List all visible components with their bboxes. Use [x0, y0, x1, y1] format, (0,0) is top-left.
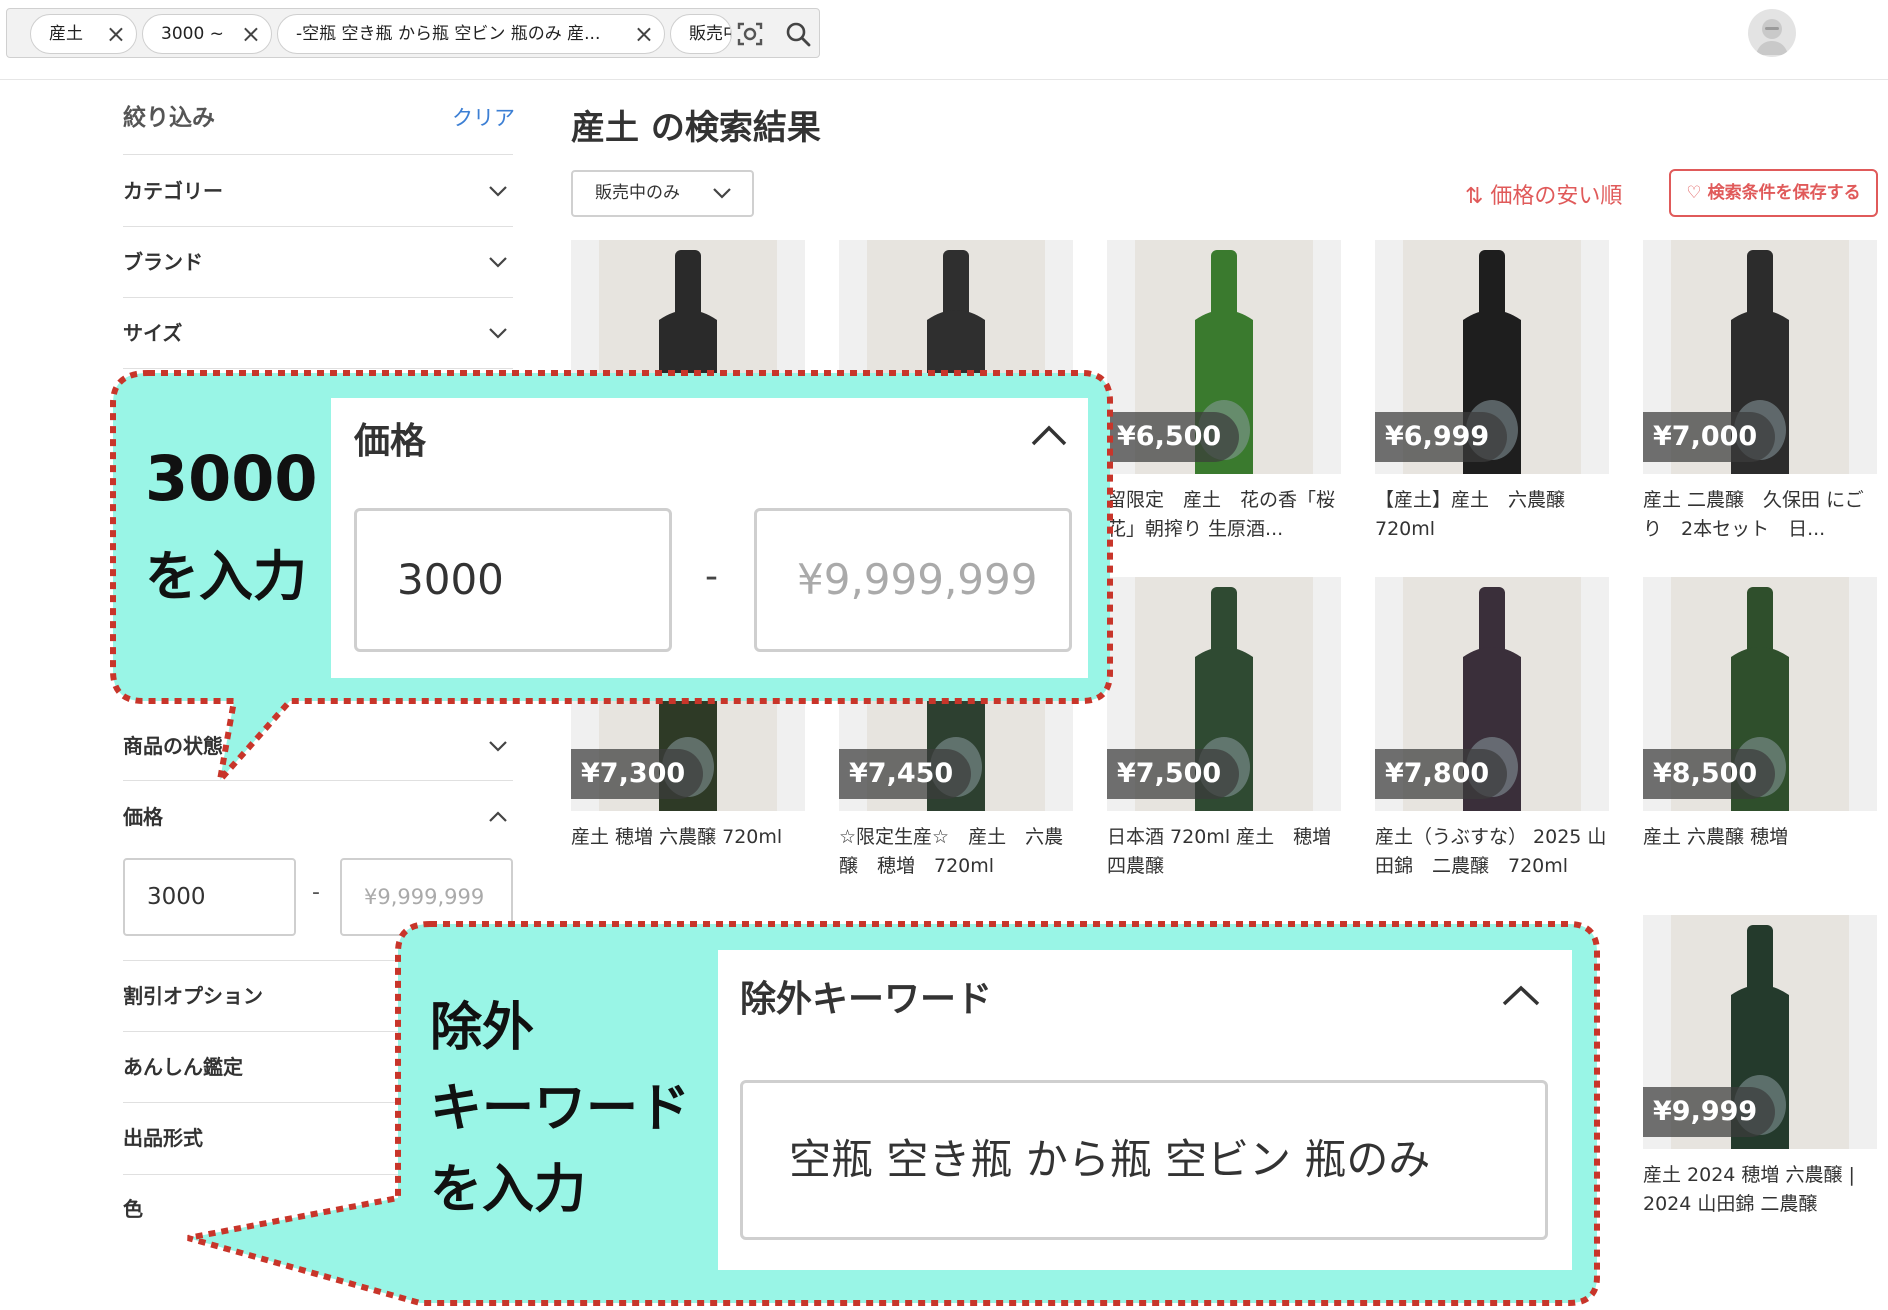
price-zoom-title: 価格 — [354, 421, 427, 462]
filter-label: 価格 — [123, 805, 163, 829]
filter-label: 商品の状態 — [123, 734, 223, 758]
image-search-icon[interactable] — [735, 19, 765, 49]
chevron-down-icon — [489, 741, 507, 752]
filter-label: 出品形式 — [123, 1126, 203, 1150]
product-name[interactable]: 産土 六農醸 穂増 — [1643, 823, 1877, 881]
search-icon[interactable] — [783, 19, 813, 49]
product-image[interactable]: ¥7,000 — [1643, 240, 1877, 474]
filter-label: 割引オプション — [123, 984, 263, 1008]
product-name[interactable]: 産土 2024 穂増 六農醸 | 2024 山田錦 二農醸 — [1643, 1161, 1877, 1219]
callout-text: キーワード — [430, 1079, 691, 1139]
price-badge: ¥7,300 — [571, 749, 704, 799]
chevron-up-icon — [1031, 425, 1067, 446]
search-chip-exclude[interactable]: -空瓶 空き瓶 から瓶 空ビン 瓶のみ 産... × — [277, 14, 665, 54]
chip-label: -空瓶 空き瓶 から瓶 空ビン 瓶のみ 産... — [296, 24, 601, 44]
divider — [123, 226, 513, 227]
exclude-zoom-title: 除外キーワード — [740, 979, 993, 1020]
close-icon[interactable]: × — [241, 15, 261, 53]
product-image[interactable]: ¥7,500 — [1107, 577, 1341, 811]
product-name[interactable]: ☆限定生産☆ 産土 六農醸 穂増 720ml — [839, 823, 1073, 881]
product-card[interactable]: ¥7,500 日本酒 720ml 産土 穂増 四農醸 — [1107, 577, 1341, 881]
chip-label: 3000 ~ — [161, 24, 224, 44]
search-bar[interactable]: 産土 × 3000 ~ × -空瓶 空き瓶 から瓶 空ビン 瓶のみ 産... ×… — [6, 8, 820, 58]
save-search-button[interactable]: ♡ 検索条件を保存する — [1669, 169, 1878, 217]
filter-title: 絞り込み — [123, 105, 215, 131]
chip-label: 販売中 — [689, 24, 731, 44]
product-name[interactable]: 産土（うぶすな） 2025 山田錦 二農醸 720ml — [1375, 823, 1609, 881]
filter-label: ブランド — [123, 250, 203, 274]
chevron-down-icon — [489, 186, 507, 197]
product-image[interactable]: ¥7,800 — [1375, 577, 1609, 811]
chevron-down-icon — [489, 257, 507, 268]
product-image[interactable]: ¥9,999 — [1643, 915, 1877, 1149]
divider — [123, 297, 513, 298]
filter-label: カテゴリー — [123, 179, 223, 203]
product-card[interactable]: ¥7,000 産土 二農醸 久保田 にごり 2本セット 日... — [1643, 240, 1877, 544]
chevron-up-icon — [489, 811, 507, 822]
product-image[interactable]: ¥8,500 — [1643, 577, 1877, 811]
price-zoom-dash: - — [705, 556, 718, 597]
search-chip-status[interactable]: 販売中 — [670, 14, 732, 54]
callout-text: 除外 — [430, 998, 535, 1058]
price-min-input[interactable]: 3000 — [123, 858, 296, 936]
search-chip-price[interactable]: 3000 ~ × — [142, 14, 272, 54]
divider — [123, 780, 513, 781]
callout-text: 3000 — [145, 442, 318, 515]
chevron-up-icon — [1502, 985, 1540, 1006]
filter-label: あんしん鑑定 — [123, 1055, 243, 1079]
product-name[interactable]: 留限定 産土 花の香「桜花」朝搾り 生原酒... — [1107, 486, 1341, 544]
divider — [123, 368, 513, 369]
filter-condition[interactable]: 商品の状態 — [123, 726, 513, 766]
callout-text: を入力 — [145, 545, 307, 608]
avatar-icon[interactable] — [1748, 9, 1796, 57]
filter-brand[interactable]: ブランド — [123, 242, 513, 282]
product-name[interactable]: 産土 二農醸 久保田 にごり 2本セット 日... — [1643, 486, 1877, 544]
filter-size[interactable]: サイズ — [123, 313, 513, 353]
status-dropdown-label: 販売中のみ — [595, 183, 680, 203]
exclude-zoom-panel: 除外キーワード 空瓶 空き瓶 から瓶 空ビン 瓶のみ — [718, 950, 1572, 1270]
product-name[interactable]: 【産土】産土 六農醸 720ml — [1375, 486, 1609, 544]
price-badge: ¥9,999 — [1643, 1087, 1776, 1137]
chip-label: 産土 — [49, 24, 83, 44]
price-dash: - — [312, 880, 320, 905]
price-badge: ¥6,500 — [1107, 412, 1240, 462]
product-image[interactable]: ¥6,500 — [1107, 240, 1341, 474]
filter-category[interactable]: カテゴリー — [123, 171, 513, 211]
product-image[interactable]: ¥6,999 — [1375, 240, 1609, 474]
product-card[interactable]: ¥6,999 【産土】産土 六農醸 720ml — [1375, 240, 1609, 544]
close-icon[interactable]: × — [634, 15, 654, 53]
price-badge: ¥7,800 — [1375, 749, 1508, 799]
divider — [123, 154, 513, 155]
close-icon[interactable]: × — [106, 15, 126, 53]
product-card[interactable]: ¥8,500 産土 六農醸 穂増 — [1643, 577, 1877, 881]
status-dropdown[interactable]: 販売中のみ — [571, 170, 754, 217]
price-badge: ¥7,450 — [839, 749, 972, 799]
price-min-zoom-input: 3000 — [354, 508, 672, 652]
price-zoom-panel: 価格 3000 - ¥9,999,999 — [331, 398, 1088, 678]
price-max-zoom-input: ¥9,999,999 — [754, 508, 1072, 652]
sort-button[interactable]: ⇅ 価格の安い順 — [1465, 178, 1622, 210]
product-card[interactable]: ¥6,500 留限定 産土 花の香「桜花」朝搾り 生原酒... — [1107, 240, 1341, 544]
filter-price[interactable]: 価格 — [123, 797, 513, 837]
results-title: 産土 の検索結果 — [571, 108, 821, 148]
product-name[interactable]: 日本酒 720ml 産土 穂増 四農醸 — [1107, 823, 1341, 881]
chevron-down-icon — [713, 188, 731, 199]
product-name[interactable]: 産土 穂増 六農醸 720ml — [571, 823, 805, 881]
clear-filters-link[interactable]: クリア — [452, 102, 515, 132]
search-chip-keyword[interactable]: 産土 × — [30, 14, 137, 54]
header: 産土 × 3000 ~ × -空瓶 空き瓶 から瓶 空ビン 瓶のみ 産... ×… — [0, 0, 1888, 80]
price-max-input[interactable]: ¥9,999,999 — [340, 858, 513, 936]
product-card[interactable]: ¥9,999 産土 2024 穂増 六農醸 | 2024 山田錦 二農醸 — [1643, 915, 1877, 1219]
divider — [123, 960, 513, 961]
exclude-keyword-zoom-input: 空瓶 空き瓶 から瓶 空ビン 瓶のみ — [740, 1080, 1548, 1240]
price-badge: ¥8,500 — [1643, 749, 1776, 799]
price-badge: ¥7,000 — [1643, 412, 1776, 462]
callout-text: を入力 — [430, 1160, 587, 1220]
chevron-down-icon — [489, 328, 507, 339]
price-badge: ¥6,999 — [1375, 412, 1508, 462]
filter-label: 色 — [123, 1197, 143, 1221]
price-badge: ¥7,500 — [1107, 749, 1240, 799]
product-card[interactable]: ¥7,800 産土（うぶすな） 2025 山田錦 二農醸 720ml — [1375, 577, 1609, 881]
filter-label: サイズ — [123, 321, 183, 345]
